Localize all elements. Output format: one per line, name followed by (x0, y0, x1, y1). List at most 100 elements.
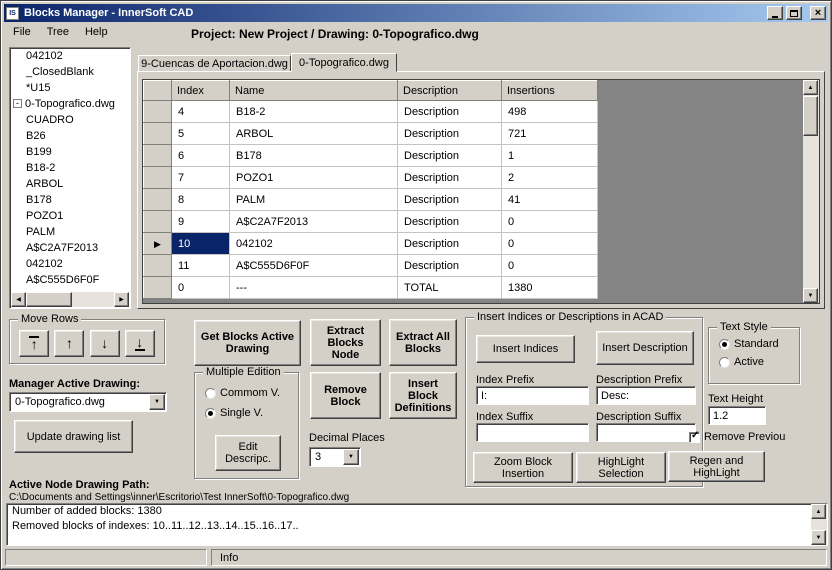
minimize-button[interactable] (767, 6, 783, 20)
insert-block-definitions-button[interactable]: Insert Block Definitions (389, 372, 457, 419)
log-scrollbar[interactable]: ▲ ▼ (811, 504, 827, 545)
tree-item[interactable]: B18-2 (10, 160, 130, 176)
row-selector[interactable] (143, 166, 172, 189)
cell-index[interactable]: 11 (171, 254, 230, 277)
table-row[interactable]: 9 A$C2A7F2013 Description 0 (143, 210, 598, 233)
tab-9-cuencas[interactable]: 9-Cuencas de Aportacion.dwg (138, 55, 291, 71)
tree-collapse-icon[interactable]: - (13, 99, 22, 108)
tree-item[interactable]: A$C2A7F2013 (10, 240, 130, 256)
cell-description[interactable]: TOTAL (397, 276, 502, 299)
table-row[interactable]: 5 ARBOL Description 721 (143, 122, 598, 145)
cell-index[interactable]: 8 (171, 188, 230, 211)
column-header-index[interactable]: Index (171, 80, 230, 101)
scroll-down-icon[interactable]: ▼ (811, 530, 826, 545)
row-selector-current[interactable]: ▶ (143, 232, 172, 255)
cell-insertions[interactable]: 498 (501, 100, 598, 123)
zoom-block-insertion-button[interactable]: Zoom Block Insertion (473, 452, 573, 483)
tab-0-topografico[interactable]: 0-Topografico.dwg (291, 53, 397, 72)
tree-item[interactable]: PALM (10, 224, 130, 240)
cell-description[interactable]: Description (397, 100, 502, 123)
row-selector[interactable] (143, 276, 172, 299)
tree-item[interactable]: 042102 (10, 48, 130, 64)
chevron-down-icon[interactable]: ▼ (343, 449, 359, 465)
highlight-selection-button[interactable]: HighLight Selection (576, 452, 666, 483)
cell-description[interactable]: Description (397, 254, 502, 277)
tree-item[interactable]: 042102 (10, 256, 130, 272)
manager-drawing-combobox[interactable]: 0-Topografico.dwg ▼ (9, 392, 167, 412)
edit-descripc-button[interactable]: Edit Descripc. (215, 435, 281, 471)
tree-item-drawing-node[interactable]: -0-Topografico.dwg (10, 96, 130, 112)
row-selector[interactable] (143, 122, 172, 145)
cell-name[interactable]: --- (229, 276, 398, 299)
cell-insertions[interactable]: 1380 (501, 276, 598, 299)
row-selector[interactable] (143, 188, 172, 211)
cell-description[interactable]: Description (397, 166, 502, 189)
tree-item[interactable]: ARBOL (10, 176, 130, 192)
cell-name[interactable]: PALM (229, 188, 398, 211)
scroll-up-icon[interactable]: ▲ (803, 80, 818, 95)
tree-horizontal-scrollbar[interactable]: ◀ ▶ (11, 292, 129, 307)
cell-name[interactable]: 042102 (229, 232, 398, 255)
scroll-up-icon[interactable]: ▲ (811, 504, 826, 519)
move-row-bottom-button[interactable]: ↓ (124, 330, 155, 357)
scroll-right-icon[interactable]: ▶ (114, 292, 129, 307)
move-row-down-button[interactable]: ↓ (89, 330, 120, 357)
insert-description-button[interactable]: Insert Description (596, 331, 694, 365)
decimal-places-combobox[interactable]: 3 ▼ (309, 447, 361, 467)
grid-vertical-scrollbar[interactable]: ▲ ▼ (803, 80, 819, 303)
insert-indices-button[interactable]: Insert Indices (476, 335, 575, 363)
scrollbar-thumb[interactable] (26, 292, 72, 307)
tree-item[interactable]: B178 (10, 192, 130, 208)
row-selector[interactable] (143, 100, 172, 123)
menu-help[interactable]: Help (77, 23, 116, 43)
tree-item[interactable]: *U15 (10, 80, 130, 96)
table-row-total[interactable]: 0 --- TOTAL 1380 (143, 276, 598, 299)
cell-name[interactable]: POZO1 (229, 166, 398, 189)
active-radio[interactable]: Active (719, 356, 764, 368)
description-prefix-input[interactable] (596, 386, 696, 405)
column-header-description[interactable]: Description (397, 80, 502, 101)
cell-description[interactable]: Description (397, 144, 502, 167)
column-header-insertions[interactable]: Insertions (501, 80, 598, 101)
table-row[interactable]: 7 POZO1 Description 2 (143, 166, 598, 189)
cell-description[interactable]: Description (397, 210, 502, 233)
tree-item[interactable]: POZO1 (10, 208, 130, 224)
cell-description[interactable]: Description (397, 232, 502, 255)
cell-description[interactable]: Description (397, 188, 502, 211)
cell-name[interactable]: B18-2 (229, 100, 398, 123)
scrollbar-thumb[interactable] (803, 96, 818, 136)
remove-previous-checkbox[interactable]: Remove Previou (689, 430, 785, 443)
table-row[interactable]: 6 B178 Description 1 (143, 144, 598, 167)
cell-insertions[interactable]: 721 (501, 122, 598, 145)
log-output[interactable]: Number of added blocks: 1380 Removed blo… (6, 503, 828, 546)
common-v-radio[interactable]: Commom V. (205, 387, 280, 399)
close-button[interactable]: × (810, 6, 826, 20)
single-v-radio[interactable]: Single V. (205, 407, 263, 419)
row-selector[interactable] (143, 254, 172, 277)
cell-index[interactable]: 6 (171, 144, 230, 167)
cell-name[interactable]: A$C2A7F2013 (229, 210, 398, 233)
update-drawing-list-button[interactable]: Update drawing list (14, 420, 133, 453)
cell-insertions[interactable]: 0 (501, 232, 598, 255)
description-suffix-input[interactable] (596, 423, 696, 442)
column-header-name[interactable]: Name (229, 80, 398, 101)
cell-index[interactable]: 4 (171, 100, 230, 123)
move-row-up-button[interactable]: ↑ (54, 330, 85, 357)
cell-index[interactable]: 9 (171, 210, 230, 233)
cell-index-selected[interactable]: 10 (171, 232, 230, 255)
cell-insertions[interactable]: 0 (501, 254, 598, 277)
table-row[interactable]: 4 B18-2 Description 498 (143, 100, 598, 123)
move-row-top-button[interactable]: ↑ (19, 330, 50, 357)
cell-index[interactable]: 0 (171, 276, 230, 299)
tree-item[interactable]: B199 (10, 144, 130, 160)
chevron-down-icon[interactable]: ▼ (149, 394, 165, 410)
regen-and-highlight-button[interactable]: Regen and HighLight (668, 451, 765, 482)
menu-tree[interactable]: Tree (39, 23, 77, 43)
text-height-input[interactable] (708, 406, 766, 425)
get-blocks-active-drawing-button[interactable]: Get Blocks Active Drawing (194, 320, 301, 366)
extract-blocks-node-button[interactable]: Extract Blocks Node (310, 319, 381, 366)
row-selector[interactable] (143, 144, 172, 167)
menu-file[interactable]: File (5, 23, 39, 43)
extract-all-blocks-button[interactable]: Extract All Blocks (389, 319, 457, 366)
cell-insertions[interactable]: 1 (501, 144, 598, 167)
